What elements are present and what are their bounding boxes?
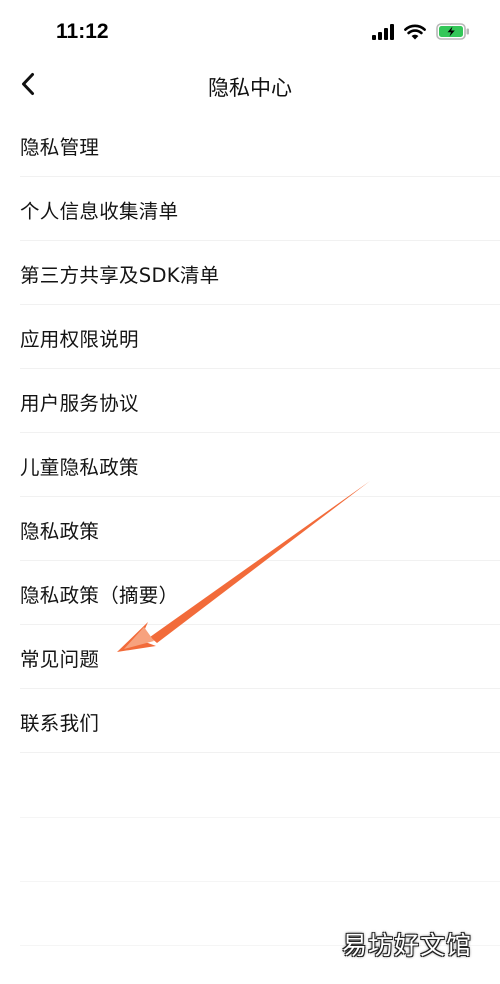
menu-item-label: 用户服务协议 <box>20 391 139 415</box>
menu-item-label: 联系我们 <box>20 711 100 735</box>
menu-item-third-party-sdk-list[interactable]: 第三方共享及SDK清单 <box>0 241 500 305</box>
watermark: 易坊好文馆 <box>341 931 472 960</box>
divider <box>20 881 500 882</box>
menu-item-user-agreement[interactable]: 用户服务协议 <box>0 369 500 433</box>
nav-bar: 隐私中心 <box>0 62 500 110</box>
menu-item-children-privacy-policy[interactable]: 儿童隐私政策 <box>0 433 500 497</box>
status-bar: 11:12 <box>0 0 500 62</box>
menu-item-app-permissions[interactable]: 应用权限说明 <box>0 305 500 369</box>
divider <box>20 817 500 818</box>
menu-item-contact-us[interactable]: 联系我们 <box>0 689 500 753</box>
wifi-icon <box>404 24 426 44</box>
privacy-menu-list: 隐私管理 个人信息收集清单 第三方共享及SDK清单 应用权限说明 用户服务协议 … <box>0 113 500 753</box>
menu-item-label: 隐私管理 <box>20 135 100 159</box>
status-icons <box>372 23 470 44</box>
menu-item-personal-info-list[interactable]: 个人信息收集清单 <box>0 177 500 241</box>
menu-item-label: 隐私政策 <box>20 519 100 543</box>
menu-item-privacy-policy-summary[interactable]: 隐私政策（摘要） <box>0 561 500 625</box>
menu-item-privacy-management[interactable]: 隐私管理 <box>0 113 500 177</box>
menu-item-label: 儿童隐私政策 <box>20 455 139 479</box>
battery-charging-icon <box>436 23 470 44</box>
signal-icon <box>372 23 394 44</box>
menu-item-privacy-policy[interactable]: 隐私政策 <box>0 497 500 561</box>
menu-item-label: 隐私政策（摘要） <box>20 583 179 607</box>
menu-item-label: 应用权限说明 <box>20 327 139 351</box>
page-title: 隐私中心 <box>208 76 292 100</box>
menu-item-faq[interactable]: 常见问题 <box>0 625 500 689</box>
menu-item-label: 个人信息收集清单 <box>20 199 179 223</box>
privacy-center-screen: 11:12 隐私中心 隐私管理 个人信息收集清单 第三方共享及SDK清单 应用权… <box>0 0 500 984</box>
menu-item-label: 常见问题 <box>20 647 100 671</box>
status-time: 11:12 <box>56 20 109 43</box>
menu-item-label: 第三方共享及SDK清单 <box>20 263 220 287</box>
